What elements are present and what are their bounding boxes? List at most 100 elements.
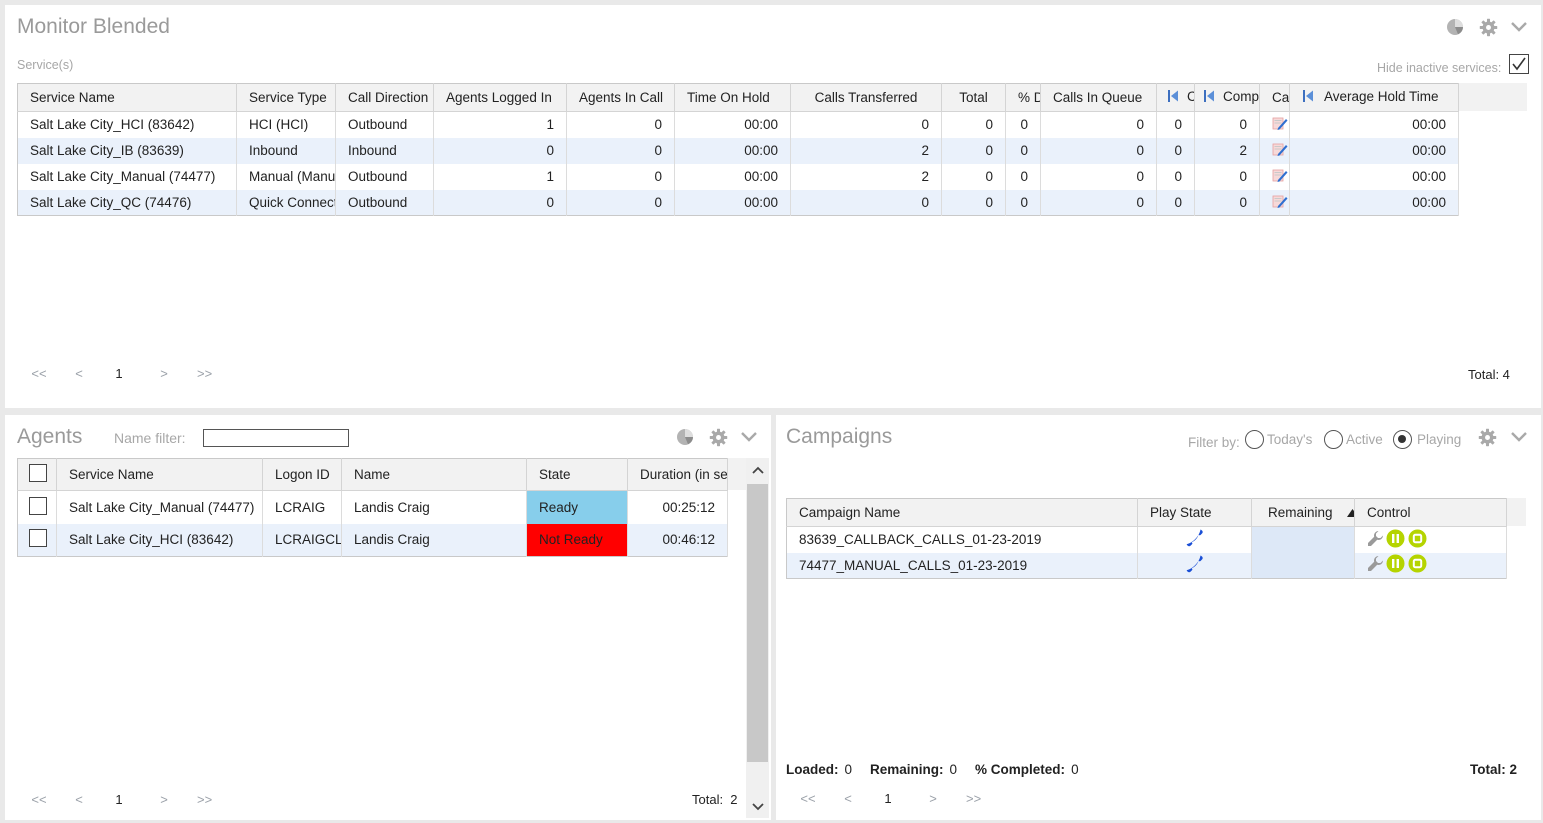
duration-cell: 00:25:12 [627, 490, 728, 524]
table-row[interactable]: Salt Lake City_HCI (83642) LCRAIGCLI Landi… [17, 523, 728, 557]
edit-icon[interactable] [1272, 141, 1288, 160]
table-row[interactable]: Salt Lake City_IB (83639) Inbound Inbound 0… [17, 137, 1459, 164]
col-time-on-hold[interactable]: Time On Hold [674, 83, 791, 112]
pager-next[interactable]: > [131, 366, 197, 381]
campaign-name-cell: 83639_CALLBACK_CALLS_01-23-2019 [786, 526, 1138, 553]
expand-left-icon[interactable] [1302, 89, 1316, 106]
filter-todays[interactable]: Today's [1245, 430, 1312, 449]
col-c[interactable]: C [1156, 83, 1195, 112]
pager-last[interactable]: >> [197, 366, 212, 381]
col-remaining[interactable]: Remaining [1251, 498, 1355, 527]
col-service-name[interactable]: Service Name [17, 83, 237, 112]
pager-last[interactable]: >> [966, 791, 981, 806]
col-calls-in-queue[interactable]: Calls In Queue [1040, 83, 1157, 112]
service-name-cell: Salt Lake City_Manual (74477) [56, 490, 263, 524]
radio-active[interactable] [1324, 430, 1343, 449]
col-duration[interactable]: Duration (in sec) [627, 458, 728, 491]
col-play-state[interactable]: Play State [1137, 498, 1252, 527]
filter-active[interactable]: Active [1324, 430, 1383, 449]
table-row[interactable]: Salt Lake City_QC (74476) Quick Connect Ou… [17, 189, 1459, 216]
col-calls-transferred[interactable]: Calls Transferred [790, 83, 942, 112]
campaigns-pager: << < 1 > >> [796, 791, 981, 806]
chevron-down-icon[interactable] [1509, 427, 1529, 447]
table-row[interactable]: 74477_MANUAL_CALLS_01-23-2019 [786, 552, 1507, 579]
col-logon-id[interactable]: Logon ID [262, 458, 342, 491]
col-state[interactable]: State [526, 458, 628, 491]
pager-current[interactable]: 1 [107, 366, 131, 381]
play-state-cell [1137, 526, 1252, 553]
pause-icon[interactable] [1386, 554, 1405, 576]
table-cell [1259, 137, 1290, 164]
col-percent-d[interactable]: % D [1005, 83, 1041, 112]
table-cell: Outbound [335, 163, 434, 190]
pager-prev[interactable]: < [51, 366, 107, 381]
stop-icon[interactable] [1408, 529, 1427, 551]
chevron-down-icon[interactable] [1509, 17, 1529, 37]
chevron-down-icon[interactable] [739, 427, 759, 447]
radio-playing[interactable] [1393, 430, 1412, 449]
table-row[interactable]: Salt Lake City_Manual (74477) Manual (Man… [17, 163, 1459, 190]
gear-icon[interactable] [708, 427, 728, 447]
table-cell: 00:00 [1289, 137, 1459, 164]
edit-icon[interactable] [1272, 167, 1288, 186]
table-cell: HCI (HCI) [236, 111, 336, 138]
gear-icon[interactable] [1477, 427, 1497, 447]
expand-left-icon[interactable] [1167, 89, 1181, 106]
col-service-name[interactable]: Service Name [56, 458, 263, 491]
pager-first[interactable]: << [27, 792, 51, 807]
pie-chart-icon[interactable] [675, 427, 695, 447]
edit-icon[interactable] [1272, 193, 1288, 212]
select-all-checkbox[interactable] [29, 464, 47, 482]
edit-icon[interactable] [1272, 115, 1288, 134]
row-checkbox[interactable] [29, 496, 47, 515]
col-name[interactable]: Name [341, 458, 527, 491]
pager-first[interactable]: << [796, 791, 820, 806]
filter-playing[interactable]: Playing [1393, 430, 1461, 449]
pager-last[interactable]: >> [197, 792, 212, 807]
select-cell [17, 523, 57, 557]
pager-current[interactable]: 1 [876, 791, 900, 806]
agents-scrollbar[interactable] [746, 458, 769, 818]
expand-left-icon[interactable] [1203, 89, 1217, 106]
table-cell: 00:00 [674, 189, 791, 216]
name-filter-label: Name filter: [114, 430, 186, 446]
panel-title: Agents [17, 425, 83, 448]
col-control[interactable]: Control [1354, 498, 1507, 527]
table-cell: 0 [1040, 163, 1157, 190]
pie-chart-icon[interactable] [1445, 17, 1465, 37]
col-agents-logged-in[interactable]: Agents Logged In [433, 83, 567, 112]
col-comp[interactable]: Comp [1194, 83, 1260, 112]
col-ca[interactable]: Ca [1259, 83, 1290, 112]
col-service-type[interactable]: Service Type [236, 83, 336, 112]
pause-icon[interactable] [1386, 529, 1405, 551]
agents-table: Service Name Logon ID Name State Duratio… [17, 458, 728, 557]
col-campaign-name[interactable]: Campaign Name [786, 498, 1138, 527]
scroll-down-arrow[interactable] [746, 796, 769, 818]
pager-next[interactable]: > [900, 791, 966, 806]
col-call-direction[interactable]: Call Direction [335, 83, 434, 112]
col-total[interactable]: Total [941, 83, 1006, 112]
gear-icon[interactable] [1478, 17, 1498, 37]
name-filter-input[interactable] [203, 429, 349, 447]
pager-current[interactable]: 1 [107, 792, 131, 807]
radio-todays[interactable] [1245, 430, 1264, 449]
pager-prev[interactable]: < [820, 791, 876, 806]
table-row[interactable]: Salt Lake City_HCI (83642) HCI (HCI) Outbo… [17, 111, 1459, 138]
logon-id-cell: LCRAIGCLI [262, 523, 342, 557]
scroll-thumb[interactable] [747, 484, 768, 762]
pager-next[interactable]: > [131, 792, 197, 807]
wrench-icon[interactable] [1367, 555, 1384, 575]
stop-icon[interactable] [1408, 554, 1427, 576]
wrench-icon[interactable] [1367, 530, 1384, 550]
pager-prev[interactable]: < [51, 792, 107, 807]
col-agents-in-call[interactable]: Agents In Call [566, 83, 675, 112]
col-average-hold-time[interactable]: Average Hold Time [1289, 83, 1459, 112]
pager-first[interactable]: << [27, 366, 51, 381]
table-cell: 0 [433, 137, 567, 164]
table-row[interactable]: 83639_CALLBACK_CALLS_01-23-2019 [786, 526, 1507, 553]
hide-inactive-checkbox[interactable] [1509, 54, 1529, 74]
row-checkbox[interactable] [29, 529, 47, 548]
scroll-up-arrow[interactable] [746, 458, 769, 482]
table-row[interactable]: Salt Lake City_Manual (74477) LCRAIG Landi… [17, 490, 728, 524]
campaigns-panel: Campaigns Filter by: Today's Active Play… [776, 415, 1541, 820]
